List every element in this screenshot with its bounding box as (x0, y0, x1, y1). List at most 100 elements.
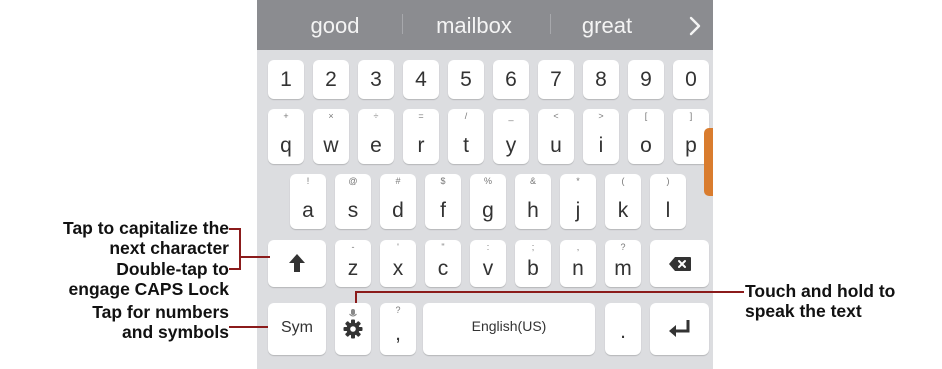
key-l[interactable]: ) l (650, 174, 686, 229)
comma-key[interactable]: ?, (380, 303, 416, 355)
key-2[interactable]: 2 (313, 60, 349, 99)
key-9[interactable]: 9 (628, 60, 664, 99)
key-label: 2 (325, 68, 337, 91)
key-label: 4 (415, 68, 427, 91)
key-n[interactable]: ,n (560, 240, 596, 287)
key-k[interactable]: (k (605, 174, 641, 229)
callout-line-shift (240, 256, 270, 258)
annotation-mic: Touch and hold to speak the text (745, 281, 942, 321)
enter-key[interactable] (650, 303, 709, 355)
key-hint: / (464, 111, 468, 121)
key-hint: ? (395, 305, 401, 315)
key-label: u (550, 134, 562, 157)
enter-arrow-icon (668, 319, 692, 344)
key-label: z (347, 257, 359, 280)
key-hint: ; (531, 242, 535, 252)
key-q[interactable]: + q (268, 109, 304, 164)
key-hint: × (328, 111, 334, 121)
key-hint: ] (689, 111, 693, 121)
key-label: s (347, 199, 359, 222)
key-hint: [ (644, 111, 648, 121)
key-hint: , (576, 242, 580, 252)
shift-arrow-icon (288, 253, 306, 278)
key-j[interactable]: * j (560, 174, 596, 229)
key-hint: > (598, 111, 604, 121)
callout-line-mic-drop (355, 291, 357, 303)
key-g[interactable]: % g (470, 174, 506, 229)
key-label: 8 (595, 68, 607, 91)
key-label: n (572, 257, 584, 280)
key-label: l (665, 199, 671, 222)
key-label: h (527, 199, 539, 222)
key-label: j (575, 199, 581, 222)
key-f[interactable]: $ f (425, 174, 461, 229)
annotation-shift-tap: Tap to capitalize the next character (0, 218, 229, 258)
key-s[interactable]: @ s (335, 174, 371, 229)
shift-key[interactable] (268, 240, 326, 287)
key-hint: ( (621, 176, 625, 186)
key-y[interactable]: _ y (493, 109, 529, 164)
annotation-line: Tap to capitalize the (63, 218, 229, 238)
callout-line-sym (229, 326, 268, 328)
suggestion-good[interactable]: good (283, 12, 387, 40)
key-hint: ! (306, 176, 310, 186)
key-5[interactable]: 5 (448, 60, 484, 99)
key-label: 9 (640, 68, 652, 91)
suggestion-great[interactable]: great (557, 12, 657, 40)
key-7[interactable]: 7 (538, 60, 574, 99)
key-u[interactable]: < u (538, 109, 574, 164)
key-z[interactable]: -z (335, 240, 371, 287)
key-label: d (392, 199, 404, 222)
key-3[interactable]: 3 (358, 60, 394, 99)
annotation-sym: Tap for numbers and symbols (0, 302, 229, 342)
key-label: 0 (685, 68, 697, 91)
settings-voice-key[interactable] (335, 303, 371, 355)
side-edge-tab[interactable] (704, 128, 713, 196)
key-label: Sym (281, 319, 313, 336)
key-d[interactable]: # d (380, 174, 416, 229)
key-label: r (417, 134, 425, 157)
key-label: g (482, 199, 494, 222)
callout-line-shift-double (229, 268, 240, 270)
key-v[interactable]: :v (470, 240, 506, 287)
annotation-line: and symbols (122, 322, 229, 342)
key-hint: * (576, 176, 580, 186)
key-c[interactable]: " c (425, 240, 461, 287)
annotation-line: Tap for numbers (92, 302, 229, 322)
key-6[interactable]: 6 (493, 60, 529, 99)
key-b[interactable]: ; b (515, 240, 551, 287)
key-w[interactable]: × w (313, 109, 349, 164)
key-hint: < (553, 111, 559, 121)
key-o[interactable]: [o (628, 109, 664, 164)
key-r[interactable]: = r (403, 109, 439, 164)
key-a[interactable]: ! a (290, 174, 326, 229)
chevron-right-icon[interactable] (685, 15, 705, 37)
key-x[interactable]: ' x (380, 240, 416, 287)
key-t[interactable]: / t (448, 109, 484, 164)
key-label: i (598, 134, 604, 157)
key-e[interactable]: ÷ e (358, 109, 394, 164)
key-0[interactable]: 0 (673, 60, 709, 99)
space-key[interactable]: English(US) (423, 303, 595, 355)
period-key[interactable]: . (605, 303, 641, 355)
key-hint: = (418, 111, 424, 121)
key-8[interactable]: 8 (583, 60, 619, 99)
key-label: w (323, 134, 339, 157)
annotation-line: engage CAPS Lock (68, 279, 229, 299)
backspace-key[interactable] (650, 240, 709, 287)
word-suggestion-bar: good mailbox great (257, 0, 713, 50)
key-hint: _ (508, 111, 514, 121)
key-1[interactable]: 1 (268, 60, 304, 99)
suggestion-mailbox[interactable]: mailbox (409, 12, 539, 40)
sym-key[interactable]: Sym (268, 303, 326, 355)
annotation-line: next character (109, 238, 229, 258)
key-label: k (617, 199, 629, 222)
key-hint: & (529, 176, 536, 186)
key-4[interactable]: 4 (403, 60, 439, 99)
key-label: o (640, 134, 652, 157)
key-h[interactable]: & h (515, 174, 551, 229)
key-m[interactable]: ? m (605, 240, 641, 287)
key-i[interactable]: > i (583, 109, 619, 164)
key-hint: - (351, 242, 355, 252)
on-screen-keyboard: good mailbox great 1 2 3 4 5 6 7 8 9 0 +… (257, 0, 713, 369)
